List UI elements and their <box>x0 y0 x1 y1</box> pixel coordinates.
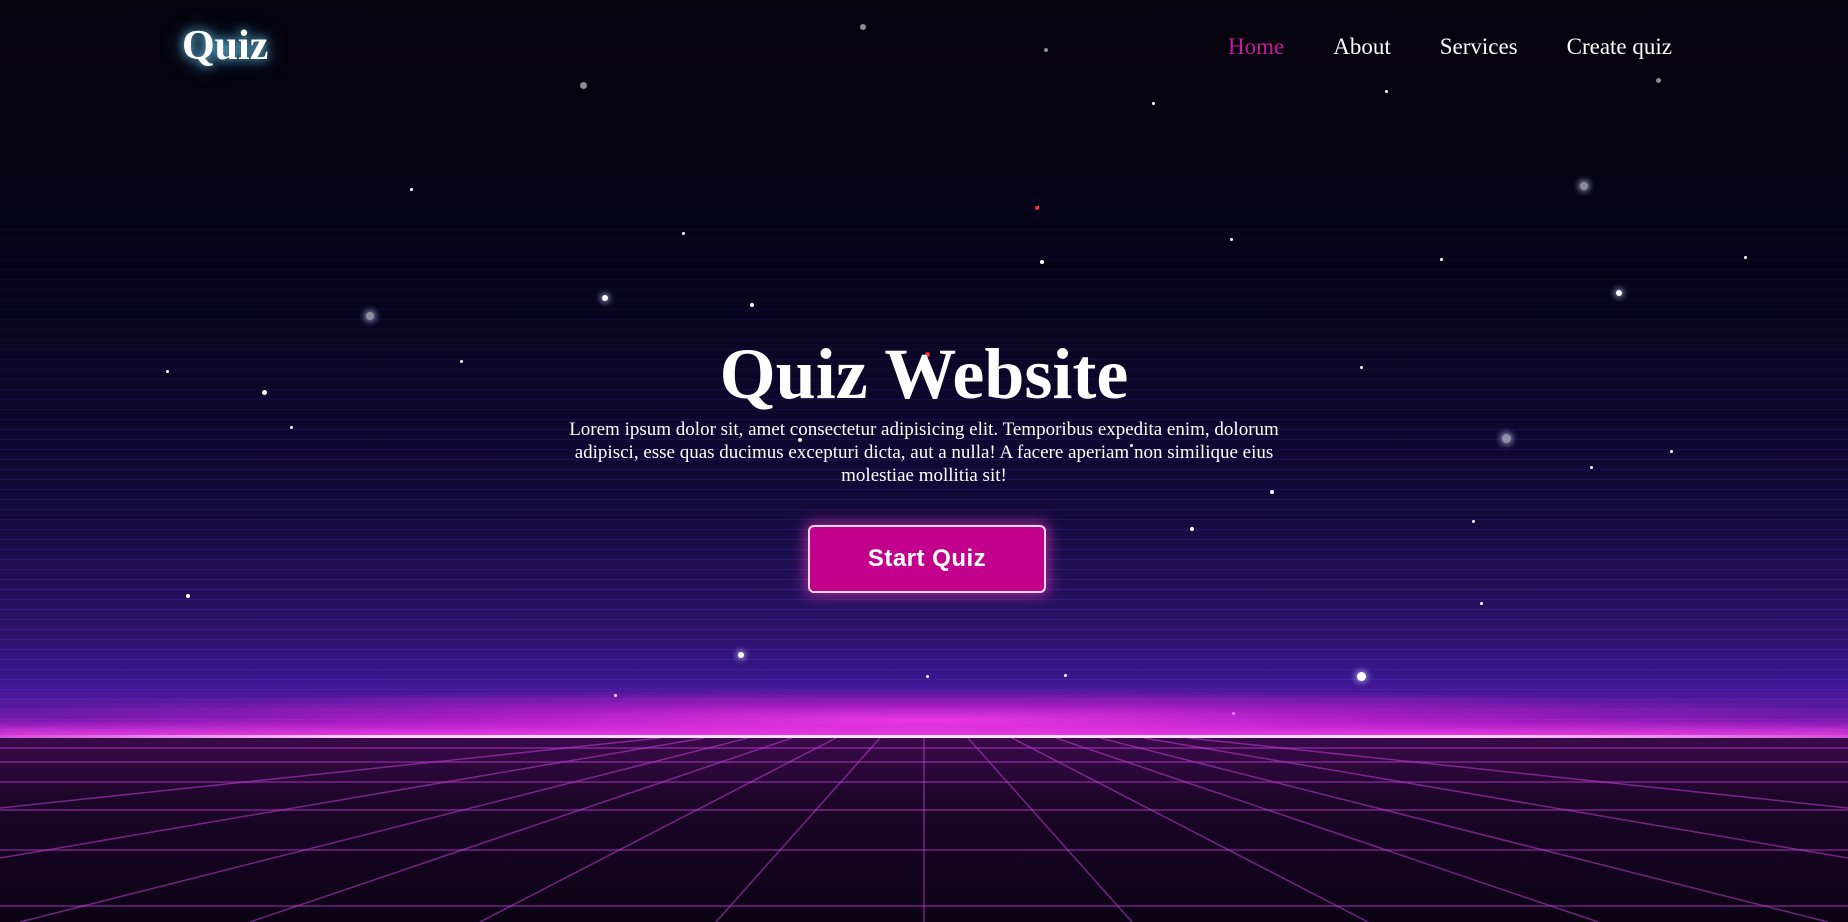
star <box>186 594 190 598</box>
red-star <box>1035 206 1039 210</box>
page-background: Quiz Home About Services Create quiz Qui… <box>0 0 1848 922</box>
star <box>1440 258 1443 261</box>
start-quiz-button[interactable]: Start Quiz <box>808 525 1046 593</box>
star <box>1580 182 1588 190</box>
star <box>1616 290 1622 296</box>
star <box>750 303 754 307</box>
nav-link-services[interactable]: Services <box>1440 34 1518 60</box>
nav-link-about[interactable]: About <box>1333 34 1391 60</box>
main-nav: Home About Services Create quiz <box>1228 34 1672 60</box>
nav-link-create-quiz[interactable]: Create quiz <box>1567 34 1672 60</box>
star <box>1357 672 1366 681</box>
nav-link-home[interactable]: Home <box>1228 34 1284 60</box>
star <box>602 295 608 301</box>
logo[interactable]: Quiz <box>182 22 268 70</box>
star <box>1480 602 1483 605</box>
star <box>1230 238 1233 241</box>
grid-floor-lines <box>0 738 1848 922</box>
star <box>738 652 744 658</box>
star <box>1152 102 1155 105</box>
star <box>1270 490 1274 494</box>
site-header: Quiz Home About Services Create quiz <box>0 0 1848 100</box>
grid-floor <box>0 738 1848 922</box>
hero-description: Lorem ipsum dolor sit, amet consectetur … <box>569 419 1279 486</box>
hero-title: Quiz Website <box>719 334 1129 414</box>
star <box>926 675 929 678</box>
star <box>1744 256 1747 259</box>
star <box>1190 527 1194 531</box>
star <box>1064 674 1067 677</box>
hero-section: Quiz Website Lorem ipsum dolor sit, amet… <box>0 330 1848 487</box>
star <box>410 188 413 191</box>
star <box>682 232 685 235</box>
star <box>1472 520 1475 523</box>
star <box>366 312 374 320</box>
star <box>1040 260 1044 264</box>
